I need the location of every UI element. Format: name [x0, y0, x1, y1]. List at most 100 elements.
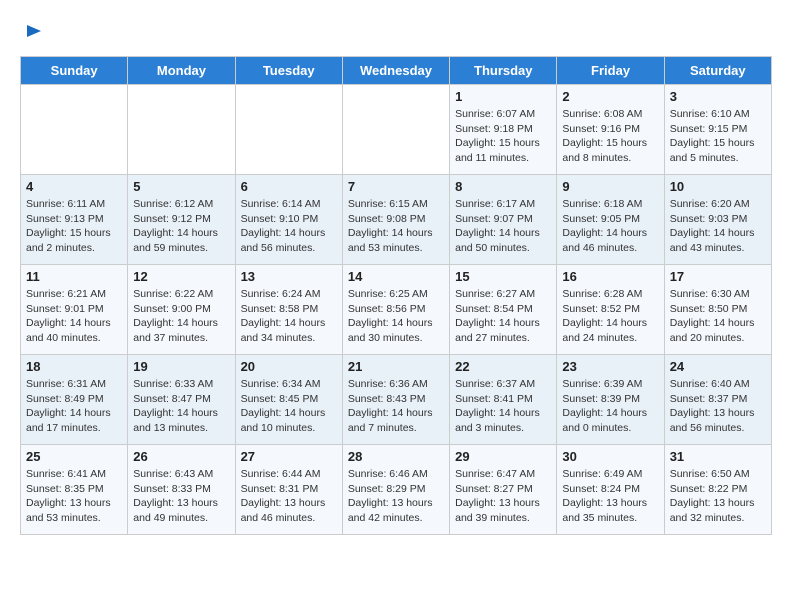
calendar-cell: 17 Sunrise: 6:30 AMSunset: 8:50 PMDayligh… — [664, 265, 771, 355]
calendar-cell: 15 Sunrise: 6:27 AMSunset: 8:54 PMDayligh… — [450, 265, 557, 355]
day-number: 4 — [26, 179, 122, 194]
day-number: 29 — [455, 449, 551, 464]
calendar-cell: 7 Sunrise: 6:15 AMSunset: 9:08 PMDaylight… — [342, 175, 449, 265]
day-number: 1 — [455, 89, 551, 104]
calendar-cell: 20Sunrise: 6:34 AMSunset: 8:45 PMDayligh… — [235, 355, 342, 445]
day-number: 18 — [26, 359, 122, 374]
day-info: Sunrise: 6:47 AMSunset: 8:27 PMDaylight:… — [455, 467, 551, 526]
calendar-header-monday: Monday — [128, 57, 235, 85]
day-info: Sunrise: 6:28 AMSunset: 8:52 PMDaylight:… — [562, 287, 658, 346]
calendar-week-2: 4 Sunrise: 6:11 AMSunset: 9:13 PMDaylight… — [21, 175, 772, 265]
day-number: 5 — [133, 179, 229, 194]
calendar-cell: 3Sunrise: 6:10 AMSunset: 9:15 PMDaylight… — [664, 85, 771, 175]
calendar-cell: 26 Sunrise: 6:43 AMSunset: 8:33 PMDayligh… — [128, 445, 235, 535]
day-info: Sunrise: 6:15 AMSunset: 9:08 PMDaylight:… — [348, 197, 444, 256]
day-info: Sunrise: 6:31 AMSunset: 8:49 PMDaylight:… — [26, 377, 122, 436]
day-number: 28 — [348, 449, 444, 464]
calendar-cell: 6 Sunrise: 6:14 AMSunset: 9:10 PMDaylight… — [235, 175, 342, 265]
day-number: 31 — [670, 449, 766, 464]
calendar-cell: 11Sunrise: 6:21 AMSunset: 9:01 PMDayligh… — [21, 265, 128, 355]
day-number: 17 — [670, 269, 766, 284]
calendar-cell: 10 Sunrise: 6:20 AMSunset: 9:03 PMDayligh… — [664, 175, 771, 265]
calendar-cell: 22 Sunrise: 6:37 AMSunset: 8:41 PMDayligh… — [450, 355, 557, 445]
header — [20, 20, 772, 40]
calendar-cell: 24 Sunrise: 6:40 AMSunset: 8:37 PMDayligh… — [664, 355, 771, 445]
calendar-header-friday: Friday — [557, 57, 664, 85]
day-info: Sunrise: 6:49 AMSunset: 8:24 PMDaylight:… — [562, 467, 658, 526]
day-number: 9 — [562, 179, 658, 194]
day-info: Sunrise: 6:30 AMSunset: 8:50 PMDaylight:… — [670, 287, 766, 346]
calendar-cell: 14 Sunrise: 6:25 AMSunset: 8:56 PMDayligh… — [342, 265, 449, 355]
calendar-cell: 16 Sunrise: 6:28 AMSunset: 8:52 PMDayligh… — [557, 265, 664, 355]
calendar-cell: 9 Sunrise: 6:18 AMSunset: 9:05 PMDaylight… — [557, 175, 664, 265]
calendar-week-1: 1 Sunrise: 6:07 AMSunset: 9:18 PMDaylight… — [21, 85, 772, 175]
day-info: Sunrise: 6:27 AMSunset: 8:54 PMDaylight:… — [455, 287, 551, 346]
day-info: Sunrise: 6:22 AMSunset: 9:00 PMDaylight:… — [133, 287, 229, 346]
day-number: 6 — [241, 179, 337, 194]
calendar-cell — [235, 85, 342, 175]
day-info: Sunrise: 6:25 AMSunset: 8:56 PMDaylight:… — [348, 287, 444, 346]
day-number: 14 — [348, 269, 444, 284]
day-info: Sunrise: 6:17 AMSunset: 9:07 PMDaylight:… — [455, 197, 551, 256]
day-info: Sunrise: 6:40 AMSunset: 8:37 PMDaylight:… — [670, 377, 766, 436]
calendar-cell — [342, 85, 449, 175]
day-number: 24 — [670, 359, 766, 374]
calendar-header-tuesday: Tuesday — [235, 57, 342, 85]
day-info: Sunrise: 6:14 AMSunset: 9:10 PMDaylight:… — [241, 197, 337, 256]
calendar-cell — [21, 85, 128, 175]
calendar-cell: 2 Sunrise: 6:08 AMSunset: 9:16 PMDaylight… — [557, 85, 664, 175]
day-info: Sunrise: 6:12 AMSunset: 9:12 PMDaylight:… — [133, 197, 229, 256]
calendar-cell: 30 Sunrise: 6:49 AMSunset: 8:24 PMDayligh… — [557, 445, 664, 535]
day-info: Sunrise: 6:37 AMSunset: 8:41 PMDaylight:… — [455, 377, 551, 436]
calendar-cell: 5 Sunrise: 6:12 AMSunset: 9:12 PMDaylight… — [128, 175, 235, 265]
day-info: Sunrise: 6:24 AMSunset: 8:58 PMDaylight:… — [241, 287, 337, 346]
day-number: 13 — [241, 269, 337, 284]
logo-arrow-icon — [25, 22, 43, 40]
day-info: Sunrise: 6:33 AMSunset: 8:47 PMDaylight:… — [133, 377, 229, 436]
day-number: 30 — [562, 449, 658, 464]
day-number: 16 — [562, 269, 658, 284]
day-number: 20 — [241, 359, 337, 374]
day-info: Sunrise: 6:11 AMSunset: 9:13 PMDaylight:… — [26, 197, 122, 256]
day-number: 7 — [348, 179, 444, 194]
calendar-cell: 12 Sunrise: 6:22 AMSunset: 9:00 PMDayligh… — [128, 265, 235, 355]
calendar-cell: 29 Sunrise: 6:47 AMSunset: 8:27 PMDayligh… — [450, 445, 557, 535]
day-info: Sunrise: 6:10 AMSunset: 9:15 PMDaylight:… — [670, 107, 766, 166]
day-info: Sunrise: 6:18 AMSunset: 9:05 PMDaylight:… — [562, 197, 658, 256]
day-info: Sunrise: 6:46 AMSunset: 8:29 PMDaylight:… — [348, 467, 444, 526]
day-number: 12 — [133, 269, 229, 284]
day-number: 2 — [562, 89, 658, 104]
calendar-header-row: SundayMondayTuesdayWednesdayThursdayFrid… — [21, 57, 772, 85]
day-info: Sunrise: 6:43 AMSunset: 8:33 PMDaylight:… — [133, 467, 229, 526]
calendar-cell: 4 Sunrise: 6:11 AMSunset: 9:13 PMDaylight… — [21, 175, 128, 265]
day-number: 21 — [348, 359, 444, 374]
calendar-week-3: 11Sunrise: 6:21 AMSunset: 9:01 PMDayligh… — [21, 265, 772, 355]
day-number: 27 — [241, 449, 337, 464]
day-info: Sunrise: 6:07 AMSunset: 9:18 PMDaylight:… — [455, 107, 551, 166]
day-info: Sunrise: 6:08 AMSunset: 9:16 PMDaylight:… — [562, 107, 658, 166]
day-number: 26 — [133, 449, 229, 464]
day-info: Sunrise: 6:41 AMSunset: 8:35 PMDaylight:… — [26, 467, 122, 526]
calendar-cell: 27 Sunrise: 6:44 AMSunset: 8:31 PMDayligh… — [235, 445, 342, 535]
calendar-cell: 25Sunrise: 6:41 AMSunset: 8:35 PMDayligh… — [21, 445, 128, 535]
day-number: 22 — [455, 359, 551, 374]
calendar-cell: 31 Sunrise: 6:50 AMSunset: 8:22 PMDayligh… — [664, 445, 771, 535]
calendar-header-saturday: Saturday — [664, 57, 771, 85]
day-number: 8 — [455, 179, 551, 194]
day-info: Sunrise: 6:36 AMSunset: 8:43 PMDaylight:… — [348, 377, 444, 436]
calendar-cell: 1 Sunrise: 6:07 AMSunset: 9:18 PMDaylight… — [450, 85, 557, 175]
calendar-header-wednesday: Wednesday — [342, 57, 449, 85]
day-number: 10 — [670, 179, 766, 194]
calendar-cell — [128, 85, 235, 175]
day-info: Sunrise: 6:44 AMSunset: 8:31 PMDaylight:… — [241, 467, 337, 526]
day-info: Sunrise: 6:39 AMSunset: 8:39 PMDaylight:… — [562, 377, 658, 436]
day-info: Sunrise: 6:50 AMSunset: 8:22 PMDaylight:… — [670, 467, 766, 526]
calendar-week-4: 18 Sunrise: 6:31 AMSunset: 8:49 PMDayligh… — [21, 355, 772, 445]
day-number: 11 — [26, 269, 122, 284]
calendar-header-thursday: Thursday — [450, 57, 557, 85]
calendar-cell: 18 Sunrise: 6:31 AMSunset: 8:49 PMDayligh… — [21, 355, 128, 445]
day-info: Sunrise: 6:20 AMSunset: 9:03 PMDaylight:… — [670, 197, 766, 256]
calendar-cell: 23Sunrise: 6:39 AMSunset: 8:39 PMDayligh… — [557, 355, 664, 445]
day-number: 15 — [455, 269, 551, 284]
calendar-cell: 28 Sunrise: 6:46 AMSunset: 8:29 PMDayligh… — [342, 445, 449, 535]
